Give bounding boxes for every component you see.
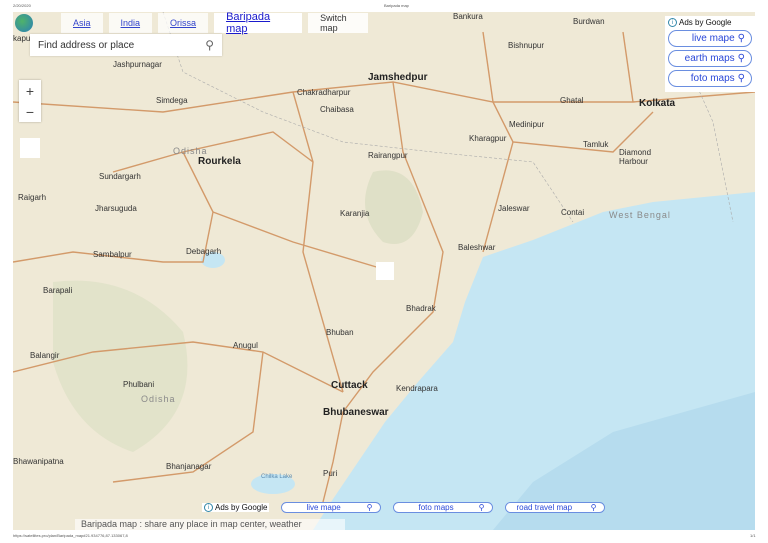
search-icon: ⚲ [737, 73, 745, 84]
city-label: Rairangpur [368, 151, 408, 160]
globe-icon[interactable] [15, 14, 33, 32]
city-label: Chaibasa [320, 105, 354, 114]
city-label: Puri [323, 469, 338, 478]
lake-label: Chilka Lake [261, 474, 293, 480]
zoom-in-button[interactable]: + [19, 80, 41, 101]
hills [53, 280, 188, 452]
city-label: Tamluk [583, 140, 609, 149]
city-label: Debagarh [186, 247, 222, 256]
city-label: Bhadrak [406, 304, 436, 313]
city-label: Bhubaneswar [323, 407, 389, 418]
city-label: Barapali [43, 286, 73, 295]
city-label: Phulbani [123, 380, 155, 389]
print-page: 1/1 [750, 533, 756, 538]
ad-button[interactable]: foto maps ⚲ [668, 70, 752, 87]
ads-panel-top: i Ads by Google live mape ⚲ earth maps ⚲ fo… [665, 16, 755, 92]
region-label: West Bengal [609, 210, 671, 220]
city-label: Baleshwar [458, 243, 496, 252]
city-label: Ghatal [560, 96, 584, 105]
ads-label: Ads by Google [679, 18, 732, 27]
search-icon: ⚲ [737, 33, 745, 44]
ad-button[interactable]: live mape ⚲ [281, 502, 382, 513]
ad-button[interactable]: live mape ⚲ [668, 30, 752, 47]
city-label: Simdega [156, 96, 188, 105]
ad-button-label: live mape [306, 503, 341, 512]
city-label: Jamshedpur [368, 72, 428, 83]
ad-button-label: road travel map [516, 503, 573, 512]
print-date: 2/20/2020 [13, 3, 31, 8]
city-label: Cuttack [331, 380, 368, 391]
ad-button[interactable]: road travel map ⚲ [505, 502, 606, 513]
city-label: Bishnupur [508, 41, 545, 50]
switch-map-button[interactable]: Switch map [308, 13, 369, 33]
city-label: Burdwan [573, 17, 605, 26]
city-label: Jharsuguda [95, 204, 137, 213]
city-label: Kolkata [639, 98, 676, 109]
city-label: Diamond Harbour [619, 148, 652, 166]
search-input[interactable]: Find address or place ⚲ [30, 34, 222, 56]
city-label: Kendrapara [396, 384, 438, 393]
breadcrumb-orissa[interactable]: Orissa [158, 13, 209, 33]
search-icon: ⚲ [366, 503, 373, 512]
city-label: Bankura [453, 12, 483, 21]
location-marker [376, 262, 394, 280]
city-label: Bhuban [326, 328, 354, 337]
ads-label: Ads by Google [215, 503, 268, 512]
search-placeholder: Find address or place [38, 39, 135, 51]
city-label: Kharagpur [469, 134, 507, 143]
search-icon[interactable]: ⚲ [205, 38, 214, 52]
city-label: Raigarh [18, 193, 47, 202]
city-label: Jaleswar [498, 204, 530, 213]
city-label: Chakradharpur [297, 88, 351, 97]
region-label: Odisha [173, 146, 208, 156]
city-label: Sundargarh [99, 172, 141, 181]
city-label: Bhanjanagar [166, 462, 212, 471]
print-url: https://satellites.pro/plan/Baripada_map… [13, 533, 128, 538]
search-icon: ⚲ [478, 503, 485, 512]
city-label: Sambalpur [93, 250, 132, 259]
city-label: Anugul [233, 341, 258, 350]
zoom-out-button[interactable]: − [19, 101, 41, 122]
map-canvas[interactable]: Bankura Burdwan Bishnupur Jamshedpur Jas… [13, 12, 755, 530]
search-icon: ⚲ [737, 53, 745, 64]
city-label: Bhawanipatna [13, 457, 64, 466]
info-icon[interactable]: i [668, 18, 677, 27]
current-map-link[interactable]: Baripada map [214, 12, 303, 35]
city-label: Jashpurnagar [113, 60, 162, 69]
breadcrumb-asia[interactable]: Asia [61, 13, 103, 33]
city-label: Contai [561, 208, 585, 217]
zoom-control: + − [19, 80, 41, 122]
city-label: Rourkela [198, 156, 241, 167]
print-title: Baripada map [384, 3, 409, 8]
ads-panel-bottom: i Ads by Google live mape ⚲ foto maps ⚲ roa… [202, 502, 606, 513]
city-label: Medinipur [509, 120, 545, 129]
region-label: Odisha [141, 394, 176, 404]
ad-button[interactable]: earth maps ⚲ [668, 50, 752, 67]
breadcrumb: Asia India Orissa Baripada map Switch ma… [13, 12, 369, 35]
city-label: Karanjia [340, 209, 370, 218]
layer-button[interactable] [20, 138, 40, 158]
ad-button-label: earth maps [684, 53, 735, 64]
ad-button-label: foto maps [690, 73, 735, 84]
ad-button[interactable]: foto maps ⚲ [393, 502, 494, 513]
ad-button-label: foto maps [418, 503, 454, 512]
search-icon: ⚲ [590, 503, 597, 512]
city-label: Balangir [30, 351, 60, 360]
breadcrumb-india[interactable]: India [108, 13, 153, 33]
map-caption: Baripada map : share any place in map ce… [75, 519, 345, 530]
info-icon[interactable]: i [204, 503, 213, 512]
ad-button-label: live mape [691, 33, 735, 44]
